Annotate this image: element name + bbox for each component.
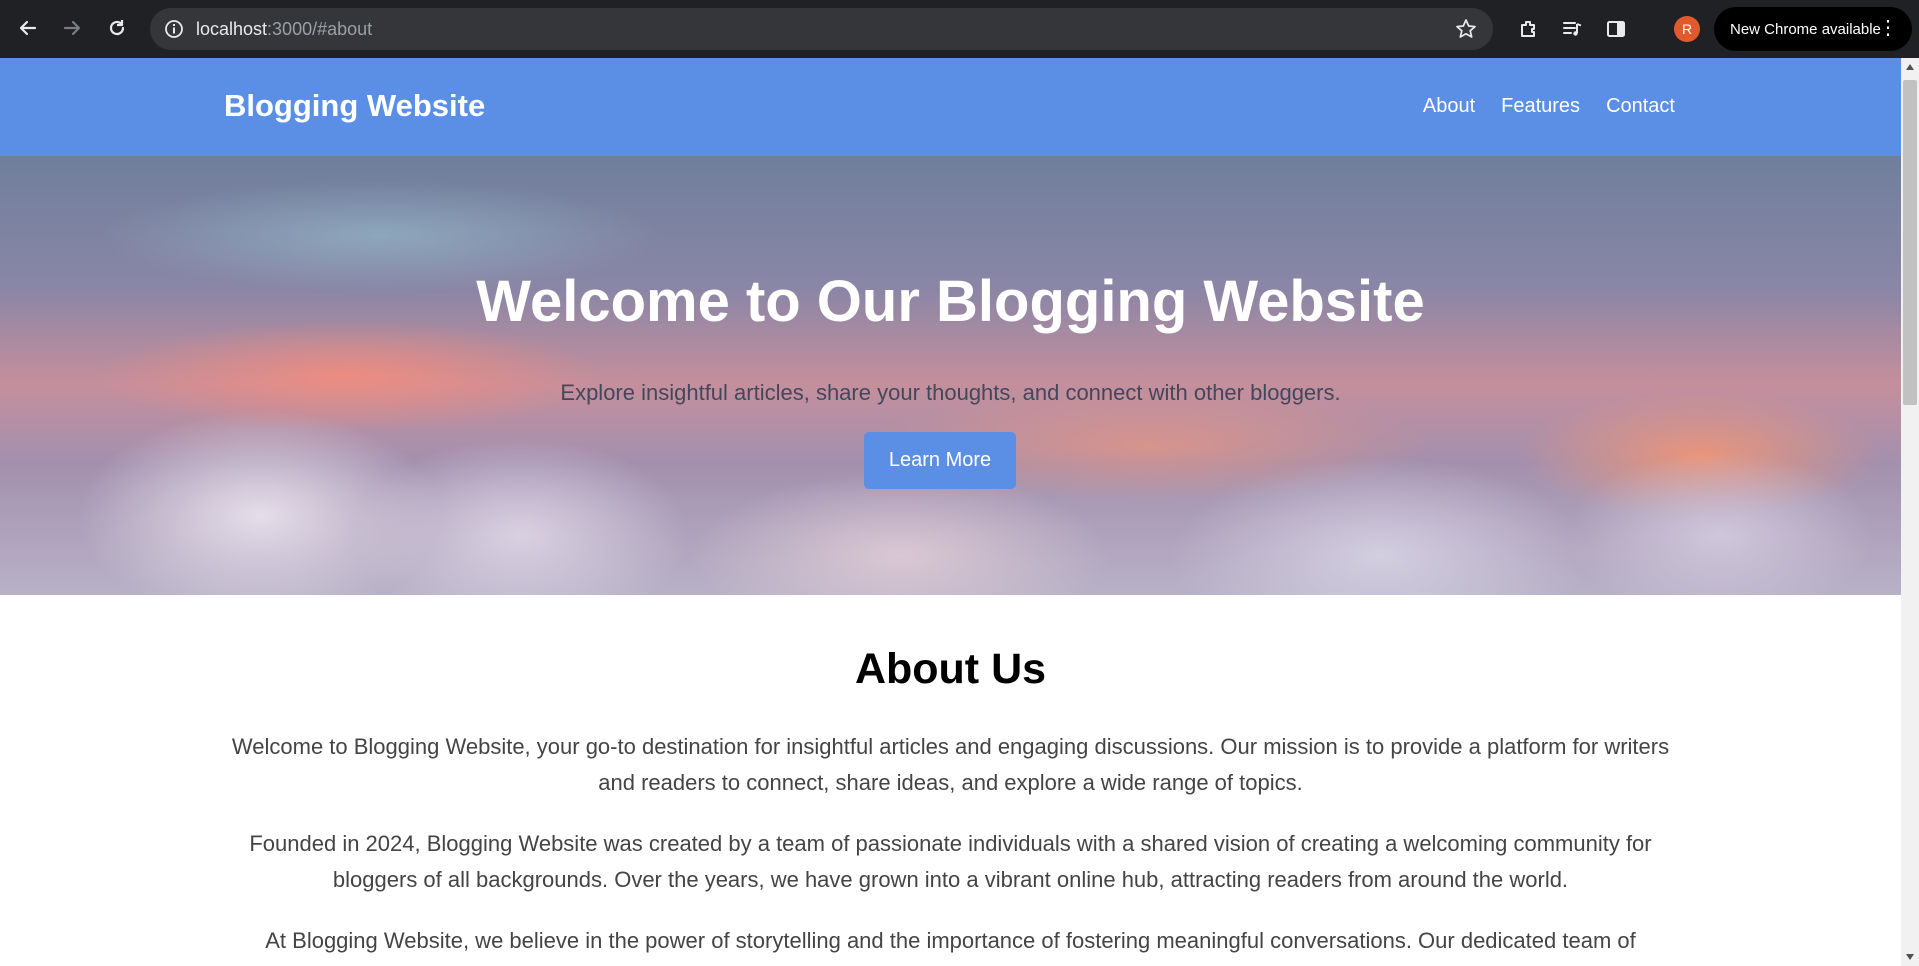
nav-link-contact[interactable]: Contact (1606, 95, 1675, 118)
about-paragraph-1: Welcome to Blogging Website, your go-to … (231, 734, 1670, 795)
site-brand[interactable]: Blogging Website (224, 88, 485, 124)
about-section: About Us Welcome to Blogging Website, yo… (0, 595, 1901, 966)
side-panel-icon[interactable] (1601, 14, 1631, 44)
address-bar[interactable]: localhost:3000/#about (150, 8, 1493, 50)
url-host: localhost (196, 18, 268, 39)
forward-arrow-icon[interactable] (54, 10, 90, 46)
nav-link-features[interactable]: Features (1501, 95, 1580, 118)
hero-section: Welcome to Our Blogging Website Explore … (0, 156, 1901, 595)
scrollbar-thumb[interactable] (1903, 80, 1917, 405)
reload-icon[interactable] (99, 10, 135, 46)
scroll-down-arrow-icon[interactable] (1906, 954, 1914, 960)
chrome-update-button[interactable]: New Chrome available ⋮ (1714, 7, 1912, 51)
hero-subtitle: Explore insightful articles, share your … (560, 380, 1341, 405)
bookmark-star-icon[interactable] (1453, 16, 1479, 42)
scroll-up-arrow-icon[interactable] (1906, 64, 1914, 70)
about-title: About Us (854, 645, 1047, 693)
site-header: Blogging Website About Features Contact (0, 58, 1901, 156)
about-paragraph-3: At Blogging Website, we believe in the p… (265, 928, 1636, 953)
profile-avatar[interactable]: R (1674, 16, 1700, 42)
site-nav: About Features Contact (1423, 95, 1675, 118)
site-info-icon[interactable] (162, 17, 186, 41)
page-scrollbar[interactable] (1901, 58, 1919, 966)
url-path: :3000/#about (267, 18, 373, 39)
media-queue-icon[interactable] (1557, 14, 1587, 44)
update-label: New Chrome available (1730, 20, 1881, 38)
learn-more-button[interactable]: Learn More (864, 432, 1016, 489)
page-viewport: Blogging Website About Features Contact … (0, 58, 1901, 966)
hero-title: Welcome to Our Blogging Website (476, 269, 1425, 334)
nav-link-about[interactable]: About (1423, 95, 1475, 118)
browser-toolbar: localhost:3000/#about R New Chrome avail… (0, 0, 1919, 58)
about-paragraph-2: Founded in 2024, Blogging Website was cr… (249, 831, 1652, 892)
extensions-puzzle-icon[interactable] (1514, 14, 1544, 44)
back-arrow-icon[interactable] (10, 10, 46, 46)
url-text: localhost:3000/#about (196, 19, 372, 40)
more-menu-icon[interactable]: ⋮ (1878, 17, 1898, 39)
